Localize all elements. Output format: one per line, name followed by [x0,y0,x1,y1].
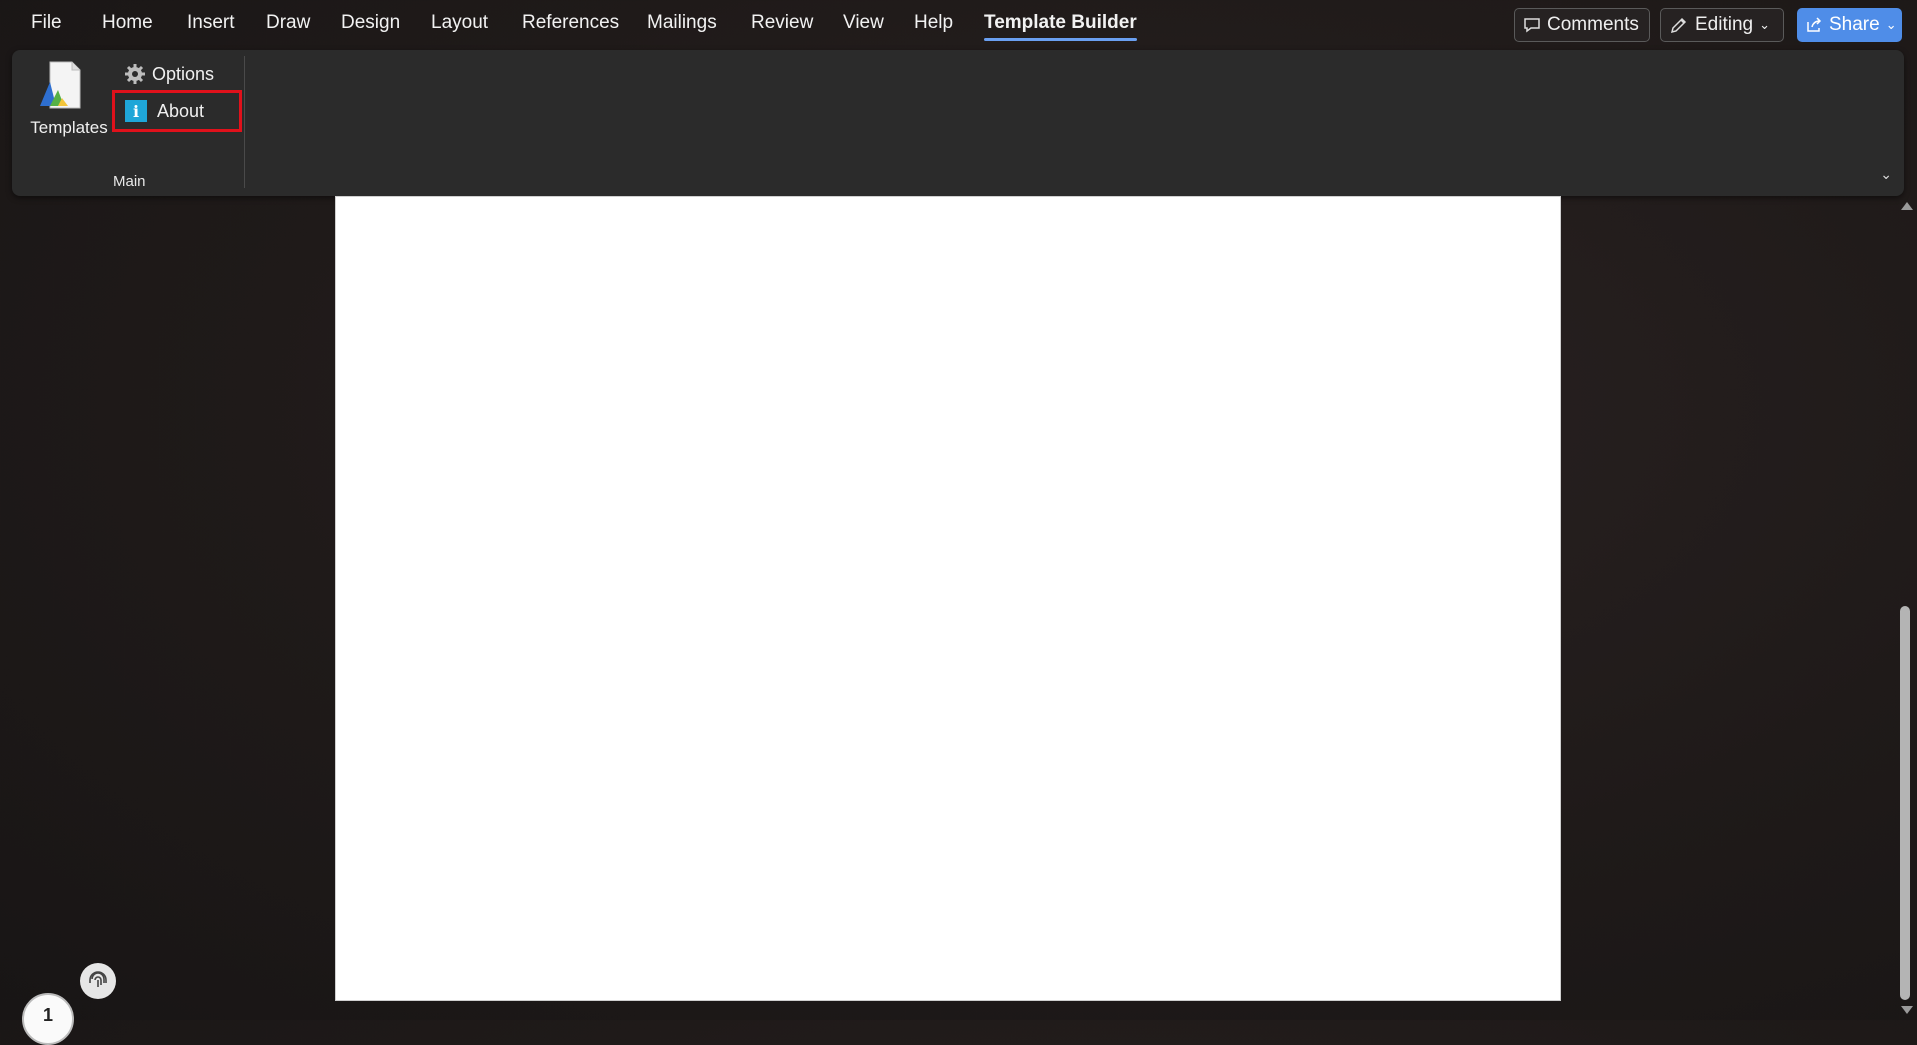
pencil-icon [1670,17,1687,34]
tab-design[interactable]: Design [341,12,400,34]
templates-label: Templates [30,118,108,137]
share-label: Share [1829,14,1880,35]
tab-file[interactable]: File [31,12,62,34]
templates-button[interactable]: Templates [28,58,108,148]
tab-mailings[interactable]: Mailings [647,12,717,34]
editing-label: Editing [1695,14,1754,35]
tab-insert[interactable]: Insert [187,12,235,34]
editing-mode-button[interactable]: Editing ⌄ [1660,8,1784,42]
scroll-up-arrow-icon[interactable] [1901,202,1913,210]
options-button[interactable]: Options [124,60,214,88]
share-icon [1807,17,1822,32]
comment-icon [1524,18,1540,33]
page-counter-badge[interactable]: 1 [22,993,74,1045]
tab-template-builder[interactable]: Template Builder [984,12,1137,41]
about-button[interactable]: i About [112,90,242,132]
info-icon: i [125,100,147,122]
fingerprint-icon[interactable] [80,963,116,999]
tab-layout[interactable]: Layout [431,12,488,34]
page-counter-value: 1 [42,1005,53,1025]
comments-button[interactable]: Comments [1514,8,1650,42]
collapse-ribbon-chevron-icon[interactable]: ⌄ [1880,166,1892,183]
share-button[interactable]: Share ⌄ [1797,8,1902,42]
tab-review[interactable]: Review [751,12,813,34]
about-label: About [157,100,205,121]
tab-help[interactable]: Help [914,12,953,34]
tab-draw[interactable]: Draw [266,12,310,34]
templates-icon [40,61,81,109]
gear-icon [125,64,145,84]
ribbon-panel: Templates Options i About Main ⌄ [12,50,1904,196]
chevron-down-icon: ⌄ [1885,17,1897,32]
document-page[interactable] [335,196,1561,1001]
tab-references[interactable]: References [522,12,619,34]
tab-home[interactable]: Home [102,12,153,34]
comments-label: Comments [1547,14,1639,35]
chevron-down-icon: ⌄ [1759,17,1771,32]
group-divider [244,56,245,188]
tab-view[interactable]: View [843,12,884,34]
scroll-down-arrow-icon[interactable] [1901,1006,1913,1014]
options-label: Options [152,63,215,84]
vertical-scrollbar-thumb[interactable] [1900,606,1910,1000]
group-label-main: Main [113,173,146,190]
